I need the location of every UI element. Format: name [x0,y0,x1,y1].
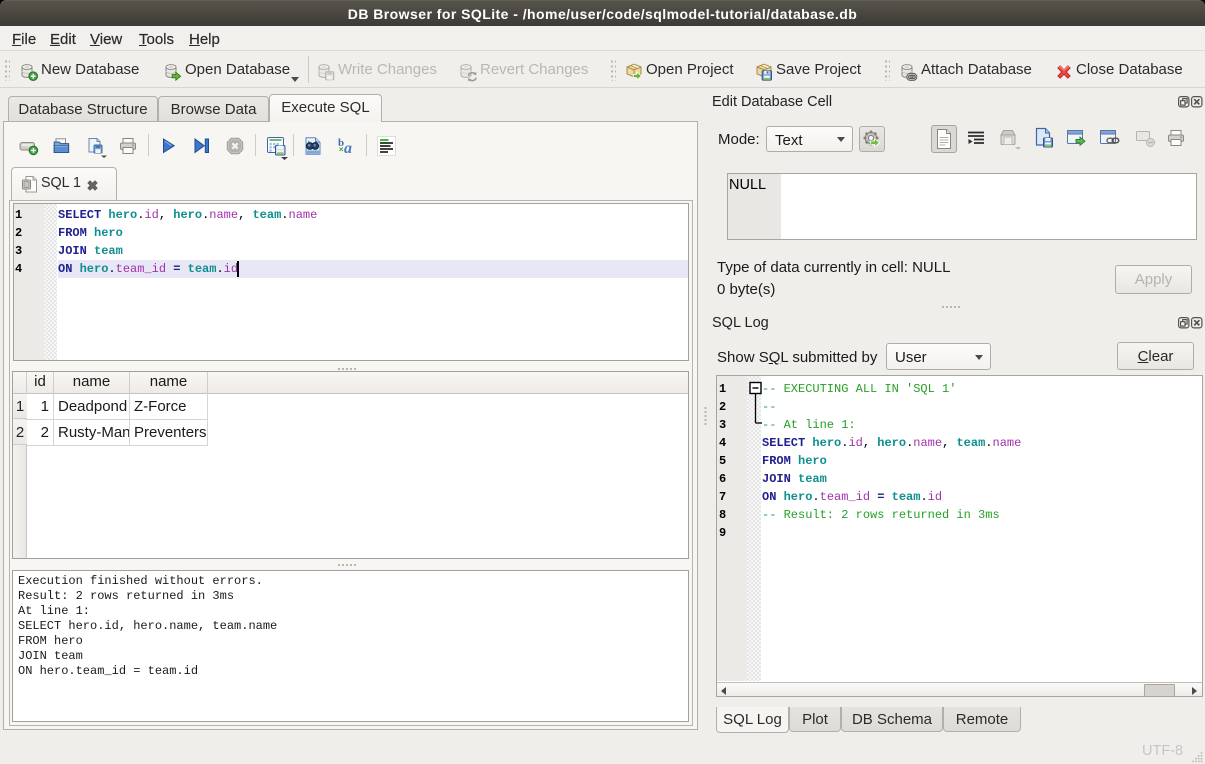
svg-text:a: a [344,140,352,156]
